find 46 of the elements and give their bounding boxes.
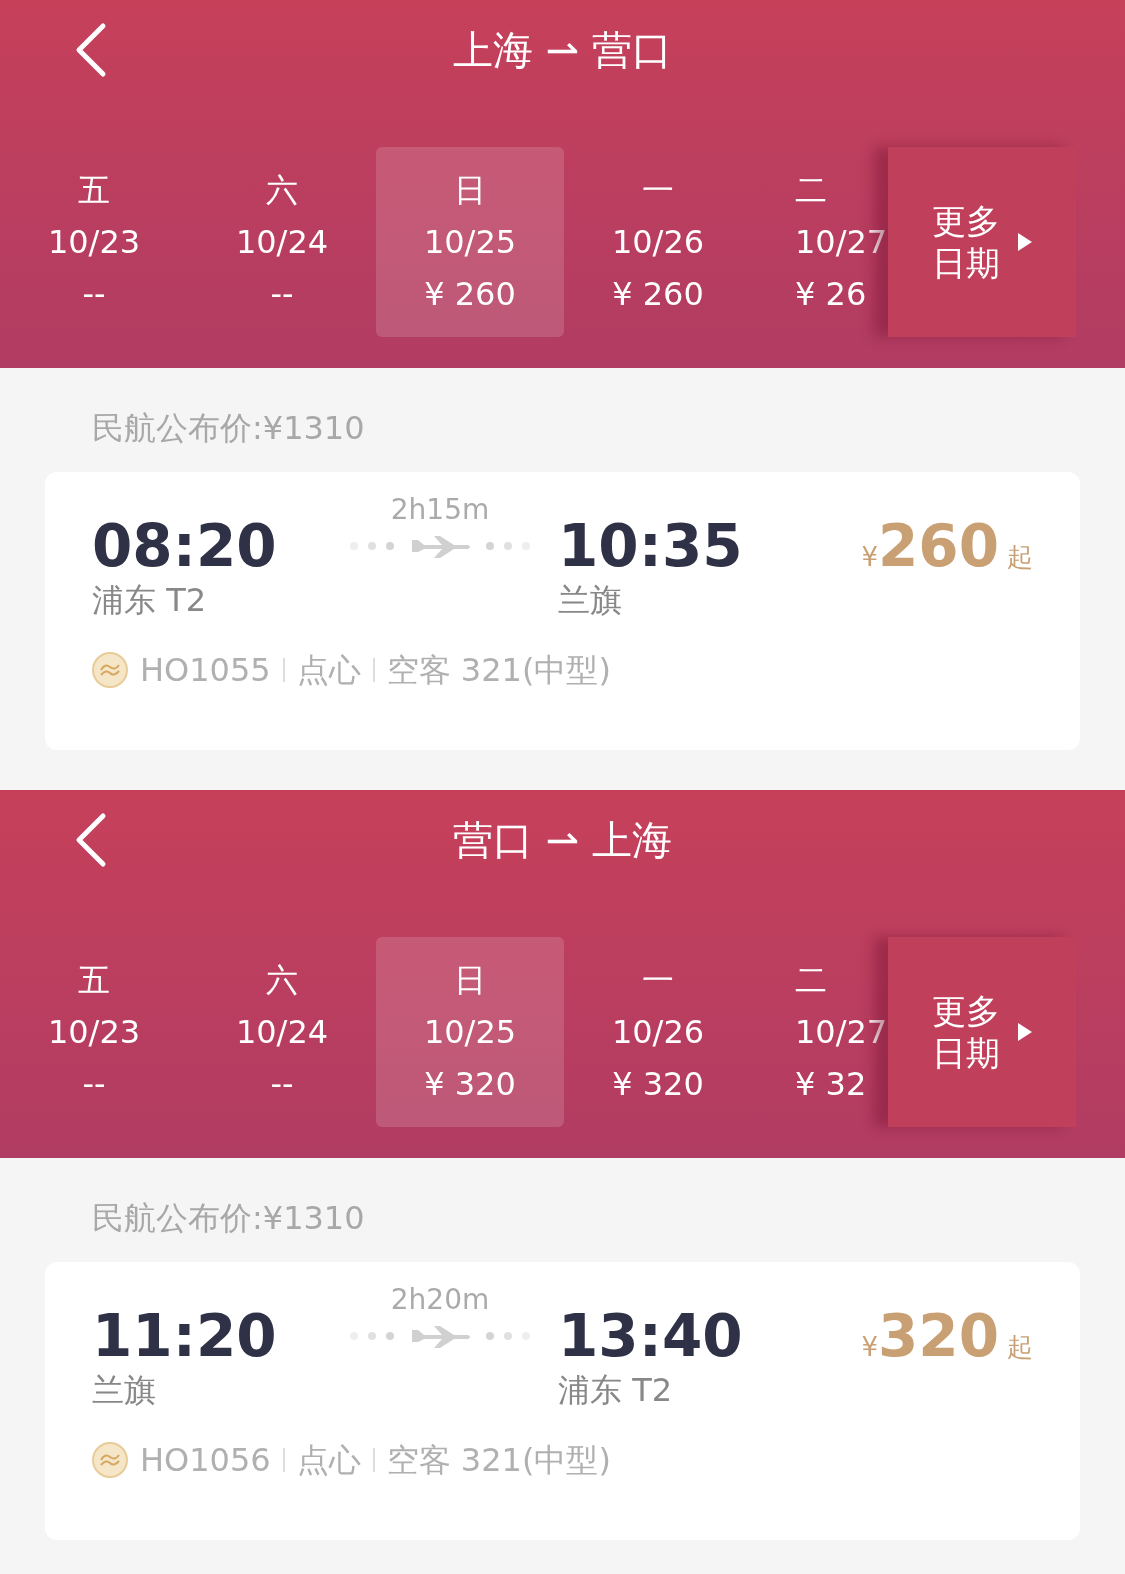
date-tab[interactable]: 一 10/26 ¥ 320 (564, 937, 752, 1127)
date-tab[interactable]: 五 10/23 -- (0, 147, 188, 337)
date-tab[interactable]: 六 10/24 -- (188, 937, 376, 1127)
route-title: 上海 ⇀ 营口 (453, 30, 672, 70)
flight-card[interactable]: 11:20 兰旗 2h20m 13:40 浦东 T2 ¥320 起 HO1056 点心 空客 321(中型) (45, 1262, 1080, 1540)
flight-price: 320 (877, 1304, 999, 1368)
airline-logo-icon (92, 652, 128, 688)
date-tab[interactable]: 二 10/27 ¥ 32 (752, 937, 888, 1127)
depart-time: 11:20 (92, 1304, 278, 1368)
plane-route-icon (350, 536, 530, 560)
arrive-time: 10:35 (558, 514, 744, 578)
date-tab[interactable]: 二 10/27 ¥ 26 (752, 147, 888, 337)
aircraft-type: 空客 321(中型) (386, 650, 611, 690)
plane-route-icon (350, 1326, 530, 1350)
date-tab[interactable]: 六 10/24 -- (188, 147, 376, 337)
currency-sign: ¥ (861, 1331, 878, 1364)
route-title: 营口 ⇀ 上海 (453, 820, 672, 860)
published-price: 民航公布价:¥1310 (92, 1198, 366, 1238)
date-tab[interactable]: 一 10/26 ¥ 260 (564, 147, 752, 337)
flight-duration: 2h15m (390, 492, 490, 528)
depart-airport: 兰旗 (92, 1370, 157, 1411)
airline-logo-icon (92, 1442, 128, 1478)
more-dates-button[interactable]: 更多日期 (888, 937, 1076, 1127)
arrive-airport: 浦东 T2 (558, 1370, 674, 1411)
arrive-time: 13:40 (558, 1304, 744, 1368)
flight-number: HO1056 (140, 1440, 271, 1480)
triangle-right-icon (1018, 1023, 1032, 1041)
aircraft-type: 空客 321(中型) (386, 1440, 611, 1480)
depart-time: 08:20 (92, 514, 278, 578)
published-price: 民航公布价:¥1310 (92, 408, 366, 448)
meal-info: 点心 (296, 650, 361, 690)
flight-number: HO1055 (140, 650, 271, 690)
currency-sign: ¥ (861, 541, 878, 574)
depart-airport: 浦东 T2 (92, 580, 208, 621)
date-tab[interactable]: 五 10/23 -- (0, 937, 188, 1127)
triangle-right-icon (1018, 233, 1032, 251)
flight-price: 260 (877, 514, 999, 578)
more-dates-button[interactable]: 更多日期 (888, 147, 1076, 337)
arrive-airport: 兰旗 (558, 580, 623, 621)
date-tab[interactable]: 日 10/25 ¥ 320 (376, 937, 564, 1127)
flight-duration: 2h20m (390, 1282, 490, 1318)
flight-card[interactable]: 08:20 浦东 T2 2h15m 10:35 兰旗 ¥260 起 HO1055 点心 空客 321(中型) (45, 472, 1080, 750)
price-suffix: 起 (1007, 541, 1033, 574)
meal-info: 点心 (296, 1440, 361, 1480)
price-suffix: 起 (1007, 1331, 1033, 1364)
date-tab[interactable]: 日 10/25 ¥ 260 (376, 147, 564, 337)
